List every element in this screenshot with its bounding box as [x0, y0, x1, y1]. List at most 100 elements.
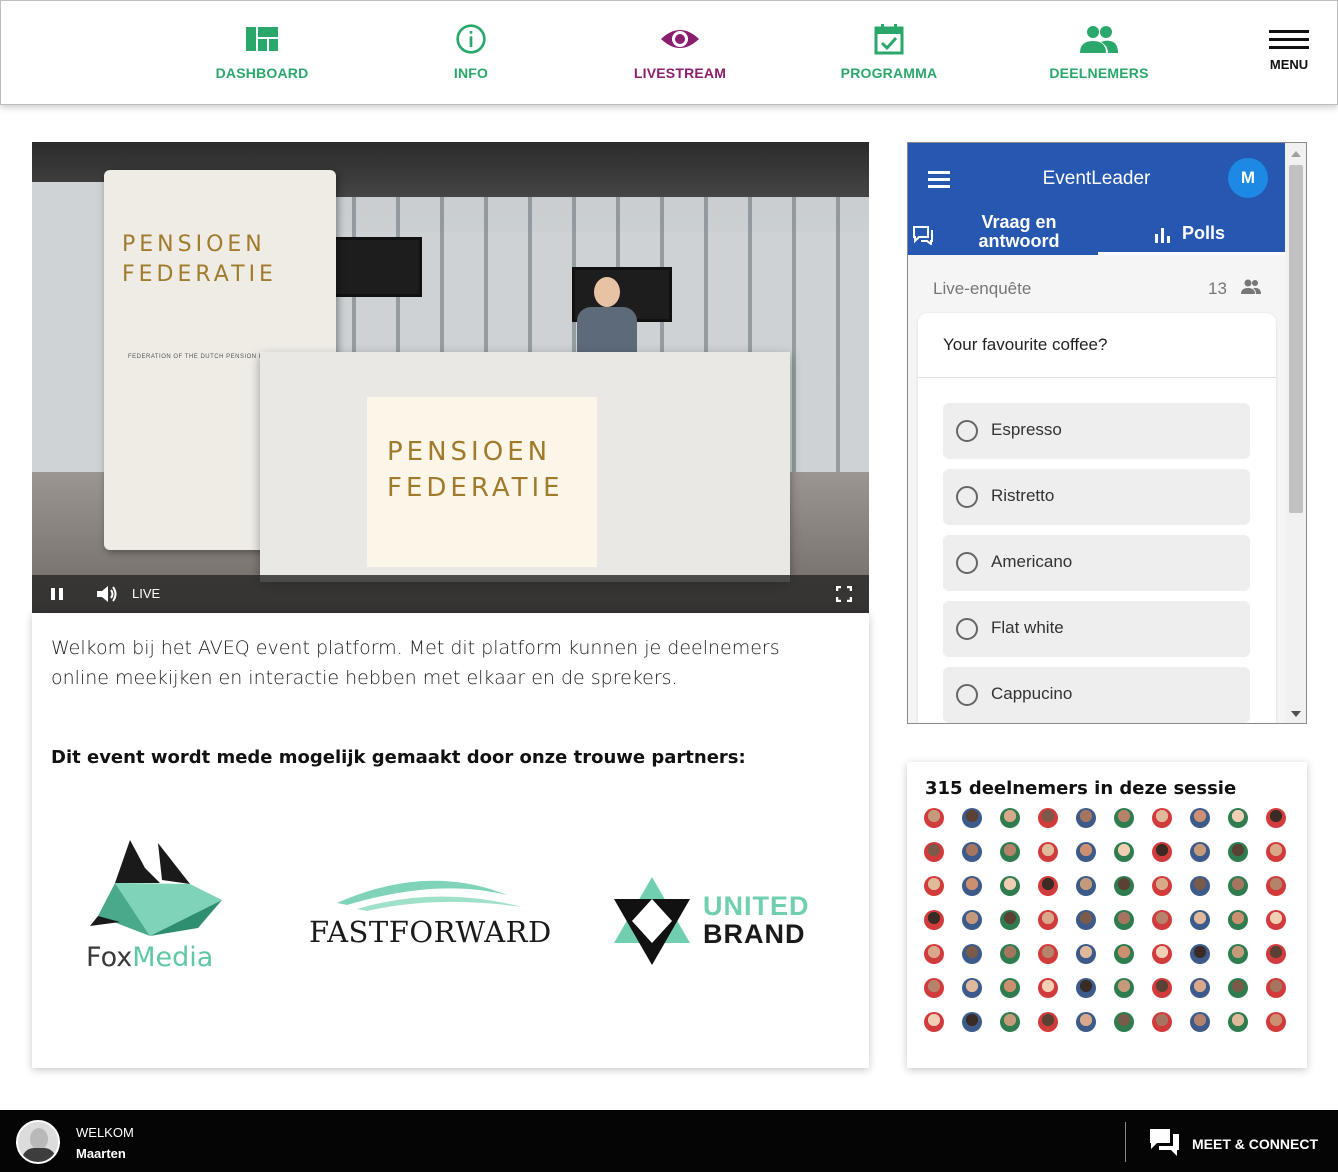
participant-avatar[interactable] [1038, 842, 1058, 862]
participant-avatar[interactable] [1228, 944, 1248, 964]
participant-avatar[interactable] [924, 808, 944, 828]
participant-avatar[interactable] [1000, 808, 1020, 828]
participant-avatar[interactable] [1152, 978, 1172, 998]
participant-avatar[interactable] [1152, 944, 1172, 964]
scroll-down-icon[interactable] [1291, 711, 1301, 717]
participant-avatar[interactable] [1190, 944, 1210, 964]
participant-avatar[interactable] [1266, 808, 1286, 828]
fastforward-text: FASTFORWARD [309, 915, 552, 949]
participant-avatar[interactable] [1190, 978, 1210, 998]
poll-option-flat-white[interactable]: Flat white [943, 601, 1250, 657]
nav-dashboard[interactable]: DASHBOARD [187, 23, 337, 93]
participant-avatar[interactable] [1038, 876, 1058, 896]
participant-avatar[interactable] [1038, 910, 1058, 930]
user-avatar[interactable] [16, 1120, 60, 1164]
widget-user-avatar[interactable]: M [1228, 158, 1268, 198]
tab-vraag-en-antwoord[interactable]: Vraag en antwoord [908, 213, 1098, 255]
participant-avatar[interactable] [924, 1012, 944, 1032]
participant-avatar[interactable] [962, 808, 982, 828]
participant-avatar[interactable] [1190, 842, 1210, 862]
participant-avatar[interactable] [924, 944, 944, 964]
participant-avatar[interactable] [1038, 1012, 1058, 1032]
partner-logo-unitedbrand[interactable]: UNITED BRAND [610, 875, 820, 967]
participant-avatar[interactable] [1000, 978, 1020, 998]
participant-avatar[interactable] [1228, 842, 1248, 862]
participant-avatar[interactable] [1114, 808, 1134, 828]
participant-avatar[interactable] [1190, 876, 1210, 896]
volume-icon[interactable] [96, 585, 118, 603]
nav-programma[interactable]: PROGRAMMA [814, 23, 964, 93]
participant-avatar[interactable] [1190, 1012, 1210, 1032]
participant-avatar[interactable] [1228, 1012, 1248, 1032]
participant-avatar[interactable] [1114, 842, 1134, 862]
participant-avatar[interactable] [1266, 978, 1286, 998]
participant-avatar[interactable] [1076, 910, 1096, 930]
nav-programma-label: PROGRAMMA [840, 65, 938, 81]
participant-avatar[interactable] [1266, 1012, 1286, 1032]
participant-avatar[interactable] [1076, 876, 1096, 896]
participant-avatar[interactable] [962, 910, 982, 930]
participant-avatar[interactable] [1114, 876, 1134, 896]
participant-avatar[interactable] [1266, 842, 1286, 862]
partner-logo-foxmedia[interactable]: FoxMedia [86, 838, 236, 973]
participant-avatar[interactable] [1000, 876, 1020, 896]
pause-icon[interactable] [50, 587, 64, 601]
participant-avatar[interactable] [1076, 944, 1096, 964]
participant-avatar[interactable] [1190, 910, 1210, 930]
partner-logo-fastforward[interactable]: FASTFORWARD [307, 873, 551, 958]
participant-avatar[interactable] [1266, 876, 1286, 896]
participant-avatar[interactable] [1114, 944, 1134, 964]
participant-avatar[interactable] [1152, 910, 1172, 930]
participant-avatar[interactable] [1000, 910, 1020, 930]
participant-avatar[interactable] [962, 978, 982, 998]
participant-avatar[interactable] [1228, 910, 1248, 930]
participant-avatar[interactable] [1228, 978, 1248, 998]
participant-avatar[interactable] [1228, 808, 1248, 828]
nav-info[interactable]: INFO [396, 23, 546, 93]
participant-avatar[interactable] [1152, 1012, 1172, 1032]
nav-deelnemers[interactable]: DEELNEMERS [1024, 23, 1174, 93]
participant-avatar[interactable] [1114, 978, 1134, 998]
participant-avatar[interactable] [924, 978, 944, 998]
participant-avatar[interactable] [1190, 808, 1210, 828]
participant-avatar[interactable] [1152, 842, 1172, 862]
participant-avatar[interactable] [1228, 876, 1248, 896]
scroll-up-icon[interactable] [1291, 151, 1301, 157]
participant-avatar[interactable] [1152, 876, 1172, 896]
participant-avatar[interactable] [1114, 910, 1134, 930]
participant-avatar[interactable] [1266, 910, 1286, 930]
participant-avatar[interactable] [1000, 842, 1020, 862]
scrollbar-thumb[interactable] [1289, 165, 1303, 513]
participant-avatar[interactable] [924, 876, 944, 896]
fullscreen-icon[interactable] [836, 586, 852, 602]
participant-avatar[interactable] [1076, 978, 1096, 998]
participant-avatar[interactable] [1000, 944, 1020, 964]
participant-avatar[interactable] [1152, 808, 1172, 828]
participant-avatar[interactable] [1038, 808, 1058, 828]
participant-avatar[interactable] [1038, 944, 1058, 964]
poll-option-americano[interactable]: Americano [943, 535, 1250, 591]
nav-livestream[interactable]: LIVESTREAM [605, 23, 755, 93]
participant-avatar[interactable] [962, 842, 982, 862]
widget-scrollbar[interactable] [1285, 143, 1306, 723]
poll-option-ristretto[interactable]: Ristretto [943, 469, 1250, 525]
participant-avatar[interactable] [924, 910, 944, 930]
participant-avatar[interactable] [962, 1012, 982, 1032]
participant-avatar[interactable] [1000, 1012, 1020, 1032]
participant-avatar[interactable] [924, 842, 944, 862]
desk-brand-line1: PENSIOEN [387, 437, 552, 467]
participant-avatar[interactable] [1076, 1012, 1096, 1032]
poll-option-espresso[interactable]: Espresso [943, 403, 1250, 459]
livestream-video[interactable]: PENSIOEN FEDERATIE FEDERATION OF THE DUT… [32, 142, 869, 613]
participant-avatar[interactable] [1114, 1012, 1134, 1032]
footer-bar: WELKOM Maarten MEET & CONNECT [0, 1110, 1338, 1172]
participant-avatar[interactable] [962, 944, 982, 964]
menu-button[interactable]: MENU [1261, 27, 1317, 87]
participant-avatar[interactable] [962, 876, 982, 896]
participant-avatar[interactable] [1266, 944, 1286, 964]
participant-avatar[interactable] [1076, 842, 1096, 862]
participant-avatar[interactable] [1076, 808, 1096, 828]
participant-avatar[interactable] [1038, 978, 1058, 998]
tab-polls[interactable]: Polls [1098, 213, 1285, 255]
poll-option-cappucino[interactable]: Cappucino [943, 667, 1250, 723]
